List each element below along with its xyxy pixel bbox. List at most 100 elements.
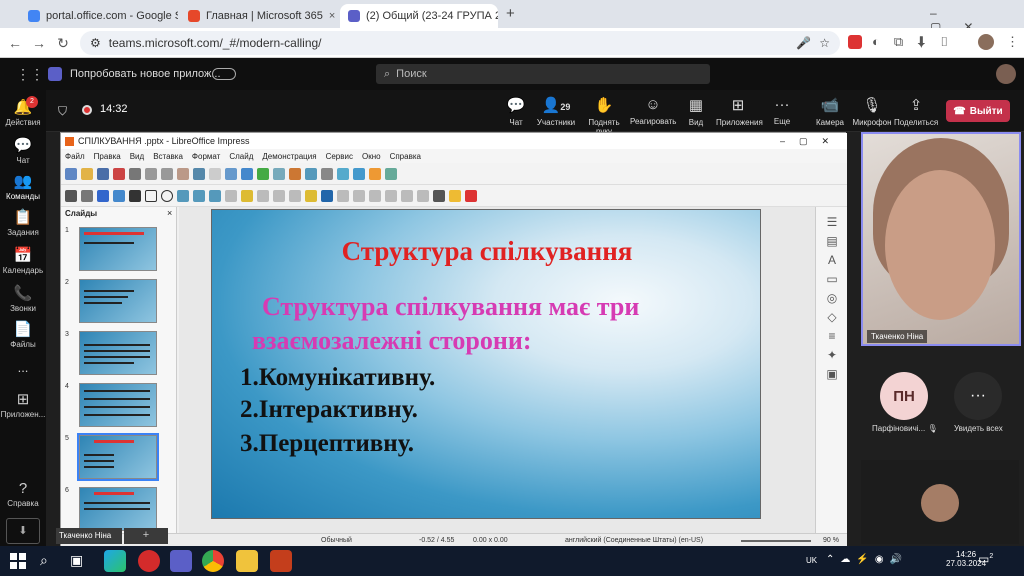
chrome-icon[interactable] bbox=[202, 550, 224, 572]
rectangle-icon[interactable] bbox=[145, 189, 157, 202]
tab-microsoft-365[interactable]: Главная | Microsoft 365 × bbox=[180, 4, 338, 28]
try-new-toggle[interactable] bbox=[212, 68, 236, 80]
open-icon[interactable] bbox=[81, 167, 93, 180]
close-tab-icon[interactable]: × bbox=[329, 10, 335, 22]
participant-avatar[interactable]: ПН bbox=[880, 372, 928, 420]
rail-item-files[interactable]: 📄 Файлы bbox=[0, 320, 46, 349]
back-icon[interactable]: ← bbox=[6, 34, 24, 52]
rail-item-activity[interactable]: 🔔 Действия 2 bbox=[0, 96, 46, 127]
browser-menu-icon[interactable]: ⋮ bbox=[1006, 34, 1019, 50]
export-pdf-icon[interactable] bbox=[113, 167, 125, 180]
hyperlink-icon[interactable] bbox=[353, 167, 365, 180]
rail-item-apps[interactable]: ⊞ Приложен... bbox=[0, 390, 46, 419]
curve-icon[interactable] bbox=[193, 189, 205, 202]
edge-icon[interactable] bbox=[104, 550, 126, 572]
menu-format[interactable]: Формат bbox=[192, 152, 220, 161]
ellipse-icon[interactable] bbox=[161, 189, 173, 202]
menu-view[interactable]: Вид bbox=[130, 152, 144, 161]
rail-item-calls[interactable]: 📞 Звонки bbox=[0, 284, 46, 313]
react-button[interactable]: ☺ Реагировать bbox=[630, 96, 676, 126]
slide-title[interactable]: Структура спілкування bbox=[212, 236, 762, 267]
menu-tools[interactable]: Сервис bbox=[326, 152, 353, 161]
slide-thumbnail-4[interactable] bbox=[79, 383, 157, 427]
mic-button[interactable]: 🎙 Микрофон bbox=[850, 96, 894, 127]
tab-teams[interactable]: (2) Общий (23-24 ГРУПА 2 × bbox=[340, 4, 498, 28]
points-icon[interactable] bbox=[433, 189, 445, 202]
language-status[interactable]: английский (Соединенные Штаты) (en-US) bbox=[565, 537, 703, 544]
special-char-icon[interactable] bbox=[321, 167, 333, 180]
arrange-icon[interactable] bbox=[369, 189, 381, 202]
new-tab-button[interactable]: + bbox=[506, 5, 515, 22]
file-explorer-icon[interactable] bbox=[236, 550, 258, 572]
slide-list-item[interactable]: 2.Інтерактивну. bbox=[240, 396, 418, 424]
slide-thumbnail-3[interactable] bbox=[79, 331, 157, 375]
undo-icon[interactable] bbox=[193, 167, 205, 180]
rail-item-more[interactable]: ... bbox=[0, 360, 46, 375]
menu-window[interactable]: Окно bbox=[362, 152, 381, 161]
stars-icon[interactable] bbox=[305, 189, 317, 202]
rail-item-assignments[interactable]: 📋 Задания bbox=[0, 208, 46, 237]
menu-slideshow[interactable]: Демонстрация bbox=[262, 152, 316, 161]
raise-hand-button[interactable]: ✋Поднять руку bbox=[580, 96, 628, 136]
clock[interactable]: 14:26 27.03.2024 bbox=[946, 550, 986, 568]
rail-item-help[interactable]: ? Справка bbox=[0, 480, 46, 508]
extensions-icons[interactable]: ◐⧉⬇▯ bbox=[872, 34, 963, 50]
copy-icon[interactable] bbox=[161, 167, 173, 180]
view-button[interactable]: ▦ Вид bbox=[674, 96, 718, 127]
chat-button[interactable]: 💬 Чат bbox=[494, 96, 538, 127]
chart-icon[interactable] bbox=[289, 167, 301, 180]
fill-color-icon[interactable] bbox=[113, 189, 125, 202]
paste-icon[interactable] bbox=[177, 167, 189, 180]
app-launcher-icon[interactable]: ⋮⋮ bbox=[16, 66, 44, 83]
shadow-icon[interactable] bbox=[385, 189, 397, 202]
powerpoint-icon[interactable] bbox=[270, 550, 292, 572]
menu-edit[interactable]: Правка bbox=[94, 152, 121, 161]
glue-icon[interactable] bbox=[449, 189, 461, 202]
rotate-icon[interactable] bbox=[337, 189, 349, 202]
download-icon[interactable]: ⬇ bbox=[6, 518, 40, 544]
rail-item-calendar[interactable]: 📅 Календарь bbox=[0, 246, 46, 275]
slide-thumbnail-5-selected[interactable] bbox=[77, 433, 159, 481]
callouts-icon[interactable] bbox=[289, 189, 301, 202]
tray-icons[interactable]: ⌃☁⚡◉🔊 bbox=[826, 554, 908, 565]
share-button[interactable]: ⇪ Поделиться bbox=[894, 96, 938, 127]
slide-thumbnail-6[interactable] bbox=[79, 487, 157, 531]
cut-icon[interactable] bbox=[145, 167, 157, 180]
slide-thumbnail-1[interactable] bbox=[79, 227, 157, 271]
search-icon[interactable]: ⌕ bbox=[40, 552, 48, 569]
toggle-extrusion-icon[interactable] bbox=[465, 189, 477, 202]
mic-icon[interactable]: 🎤 bbox=[796, 36, 811, 50]
fontwork-icon[interactable] bbox=[337, 167, 349, 180]
address-bar[interactable]: ⚙ teams.microsoft.com/_#/modern-calling/… bbox=[80, 31, 840, 55]
flowchart-icon[interactable] bbox=[273, 189, 285, 202]
participants-button[interactable]: 👤29 Участники bbox=[534, 96, 578, 127]
site-info-icon[interactable]: ⚙ bbox=[90, 36, 101, 50]
impress-window-controls[interactable]: –▢✕ bbox=[780, 136, 847, 147]
basic-shapes-icon[interactable] bbox=[225, 189, 237, 202]
spellcheck-icon[interactable] bbox=[225, 167, 237, 180]
image-icon[interactable] bbox=[273, 167, 285, 180]
line-icon[interactable] bbox=[129, 189, 141, 202]
tab-google-search[interactable]: portal.office.com - Google Sear × bbox=[20, 4, 178, 28]
zoom-icon[interactable] bbox=[81, 189, 93, 202]
filter-icon[interactable] bbox=[417, 189, 429, 202]
forward-icon[interactable]: → bbox=[30, 34, 48, 52]
save-icon[interactable] bbox=[97, 167, 109, 180]
teams-taskbar-icon[interactable] bbox=[170, 550, 192, 572]
opera-icon[interactable] bbox=[138, 550, 160, 572]
table-icon[interactable] bbox=[257, 167, 269, 180]
symbol-shapes-icon[interactable] bbox=[241, 189, 253, 202]
rail-item-teams[interactable]: 👥 Команды bbox=[0, 172, 46, 201]
print-icon[interactable] bbox=[129, 167, 141, 180]
sidebar-deck-icons[interactable]: ☰ ▤ A ▭ ◎ ◇ ≡ ✦ ▣ bbox=[824, 213, 840, 384]
presenter-video[interactable]: Ткаченко Ніна bbox=[861, 132, 1021, 346]
reload-icon[interactable]: ↻ bbox=[54, 34, 72, 52]
slide-subtitle[interactable]: Структура спілкування має три взаємозале… bbox=[252, 290, 732, 358]
new-icon[interactable] bbox=[65, 167, 77, 180]
search-input[interactable]: ⌕ Поиск bbox=[376, 64, 710, 84]
align-icon[interactable] bbox=[353, 189, 365, 202]
slide-list-item[interactable]: 1.Комунікативну. bbox=[240, 364, 435, 392]
select-icon[interactable] bbox=[65, 189, 77, 202]
user-avatar[interactable] bbox=[996, 64, 1016, 84]
self-view[interactable] bbox=[861, 460, 1019, 544]
